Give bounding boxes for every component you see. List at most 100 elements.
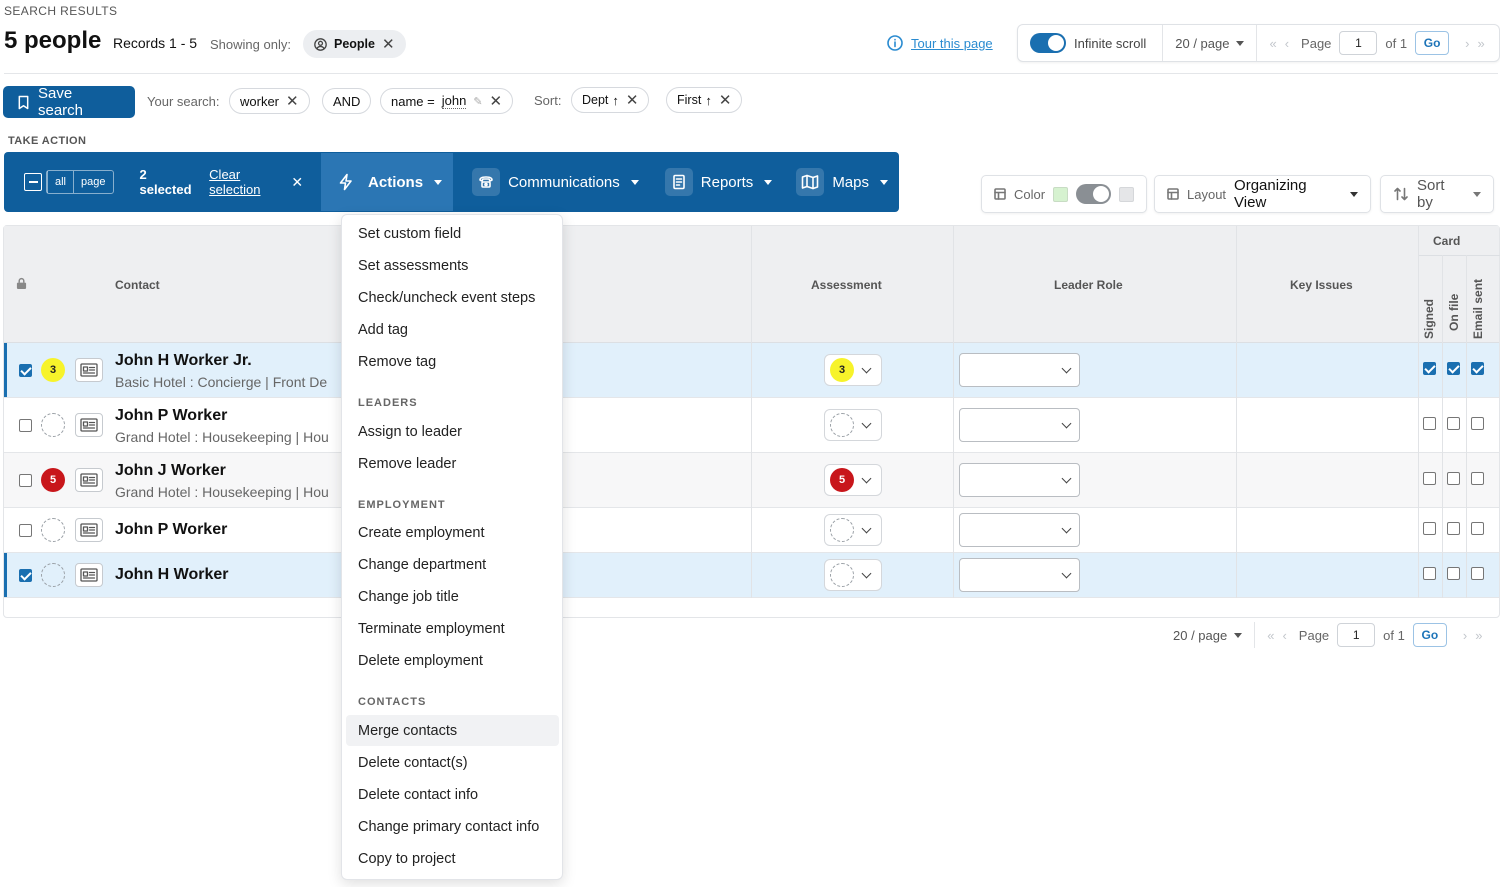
color-swatch-on[interactable] <box>1053 186 1068 202</box>
menu-item-set-custom-field[interactable]: Set custom field <box>358 226 461 242</box>
remove-term-icon[interactable]: ✕ <box>286 92 299 110</box>
signed-checkbox[interactable] <box>1423 417 1436 430</box>
assessment-select[interactable]: 3 <box>824 354 882 386</box>
leader-role-select[interactable] <box>959 408 1080 442</box>
search-term-chip[interactable]: worker ✕ <box>229 88 310 114</box>
menu-item-change-primary-contact-info[interactable]: Change primary contact info <box>358 819 539 835</box>
showing-people-chip[interactable]: People ✕ <box>303 30 406 58</box>
assessment-select[interactable] <box>824 409 882 441</box>
remove-sort-icon[interactable]: ✕ <box>626 91 639 109</box>
email-sent-checkbox[interactable] <box>1471 472 1484 485</box>
on-file-checkbox[interactable] <box>1447 522 1460 535</box>
menu-item-assign-to-leader[interactable]: Assign to leader <box>358 424 462 440</box>
col-header-key-issues[interactable]: Key Issues <box>1290 278 1353 292</box>
menu-item-check-event-steps[interactable]: Check/uncheck event steps <box>358 290 535 306</box>
menu-item-create-employment[interactable]: Create employment <box>358 525 485 541</box>
leader-role-select[interactable] <box>959 463 1080 497</box>
select-toggle-checkbox[interactable] <box>24 173 42 191</box>
menu-item-copy-to-project[interactable]: Copy to project <box>358 851 456 867</box>
col-header-on-file[interactable]: On file <box>1447 294 1461 331</box>
col-header-assessment[interactable]: Assessment <box>811 278 882 292</box>
edit-icon[interactable]: ✎ <box>473 95 482 108</box>
go-button[interactable]: Go <box>1415 31 1450 55</box>
clear-selection-icon[interactable]: ✕ <box>291 174 303 191</box>
col-header-email-sent[interactable]: Email sent <box>1471 279 1485 339</box>
email-sent-checkbox[interactable] <box>1471 522 1484 535</box>
email-sent-checkbox[interactable] <box>1471 567 1484 580</box>
reports-menu-button[interactable]: Reports <box>654 153 784 211</box>
infinite-scroll-toggle[interactable] <box>1030 33 1066 53</box>
row-checkbox[interactable] <box>19 569 32 582</box>
assessment-select[interactable] <box>824 514 882 546</box>
on-file-checkbox[interactable] <box>1447 417 1460 430</box>
on-file-checkbox[interactable] <box>1447 567 1460 580</box>
remove-sort-icon[interactable]: ✕ <box>719 91 732 109</box>
menu-item-remove-leader[interactable]: Remove leader <box>358 456 456 472</box>
contact-card-icon[interactable] <box>75 518 103 542</box>
contact-name[interactable]: John P Worker <box>115 521 227 539</box>
next-page-icon[interactable]: › <box>1463 628 1467 643</box>
menu-item-delete-contact-info[interactable]: Delete contact info <box>358 787 478 803</box>
color-toggle[interactable] <box>1075 184 1112 204</box>
remove-filter-icon[interactable]: ✕ <box>382 35 395 53</box>
menu-item-merge-contacts[interactable]: Merge contacts <box>358 723 457 739</box>
col-header-contact[interactable]: Contact <box>115 278 160 292</box>
remove-term-icon[interactable]: ✕ <box>490 92 503 110</box>
contact-name[interactable]: John P Worker <box>115 407 227 425</box>
signed-checkbox[interactable] <box>1423 522 1436 535</box>
contact-card-icon[interactable] <box>75 413 103 437</box>
clear-selection-link[interactable]: Clear selection <box>209 167 285 197</box>
menu-item-delete-contacts[interactable]: Delete contact(s) <box>358 755 468 771</box>
per-page-select[interactable]: 20 / page <box>1173 622 1256 648</box>
on-file-checkbox[interactable] <box>1447 362 1460 375</box>
contact-card-icon[interactable] <box>75 468 103 492</box>
col-header-signed[interactable]: Signed <box>1422 299 1436 339</box>
last-page-icon[interactable]: » <box>1475 628 1482 643</box>
menu-item-set-assessments[interactable]: Set assessments <box>358 258 468 274</box>
per-page-select[interactable]: 20 / page <box>1163 25 1258 61</box>
signed-checkbox[interactable] <box>1423 567 1436 580</box>
last-page-icon[interactable]: » <box>1477 36 1484 51</box>
select-page-button[interactable]: page <box>73 171 112 193</box>
menu-item-terminate-employment[interactable]: Terminate employment <box>358 621 505 637</box>
row-checkbox[interactable] <box>19 524 32 537</box>
search-field-chip[interactable]: name = john ✎ ✕ <box>380 88 514 114</box>
maps-menu-button[interactable]: Maps <box>785 153 899 211</box>
menu-item-delete-employment[interactable]: Delete employment <box>358 653 483 669</box>
row-checkbox[interactable] <box>19 364 32 377</box>
communications-menu-button[interactable]: Communications <box>461 153 650 211</box>
color-swatch-off[interactable] <box>1119 186 1135 202</box>
leader-role-select[interactable] <box>959 513 1080 547</box>
select-all-button[interactable]: all <box>47 171 73 193</box>
tour-link[interactable]: Tour this page <box>887 35 993 51</box>
menu-item-change-department[interactable]: Change department <box>358 557 486 573</box>
layout-select[interactable]: Layout Organizing View <box>1154 175 1371 213</box>
contact-card-icon[interactable] <box>75 358 103 382</box>
sort-by-button[interactable]: Sort by <box>1380 175 1494 213</box>
next-page-icon[interactable]: › <box>1465 36 1469 51</box>
search-operator-chip[interactable]: AND <box>322 88 372 114</box>
menu-item-change-job-title[interactable]: Change job title <box>358 589 459 605</box>
sort-chip-first[interactable]: First ↑ ✕ <box>666 87 743 113</box>
signed-checkbox[interactable] <box>1423 472 1436 485</box>
assessment-select[interactable] <box>824 559 882 591</box>
contact-name[interactable]: John H Worker <box>115 566 229 584</box>
prev-page-icon[interactable]: ‹ <box>1285 36 1289 51</box>
leader-role-select[interactable] <box>959 558 1080 592</box>
contact-name[interactable]: John H Worker Jr. <box>115 352 252 370</box>
signed-checkbox[interactable] <box>1423 362 1436 375</box>
row-checkbox[interactable] <box>19 474 32 487</box>
email-sent-checkbox[interactable] <box>1471 362 1484 375</box>
assessment-select[interactable]: 5 <box>824 464 882 496</box>
sort-chip-dept[interactable]: Dept ↑ ✕ <box>571 87 650 113</box>
email-sent-checkbox[interactable] <box>1471 417 1484 430</box>
first-page-icon[interactable]: « <box>1269 36 1276 51</box>
contact-name[interactable]: John J Worker <box>115 462 226 480</box>
menu-item-remove-tag[interactable]: Remove tag <box>358 354 436 370</box>
page-number-input[interactable]: 1 <box>1339 31 1378 55</box>
prev-page-icon[interactable]: ‹ <box>1282 628 1286 643</box>
row-checkbox[interactable] <box>19 419 32 432</box>
actions-menu-button[interactable]: Actions <box>321 153 454 211</box>
contact-card-icon[interactable] <box>75 563 103 587</box>
save-search-button[interactable]: Save search <box>3 85 135 119</box>
